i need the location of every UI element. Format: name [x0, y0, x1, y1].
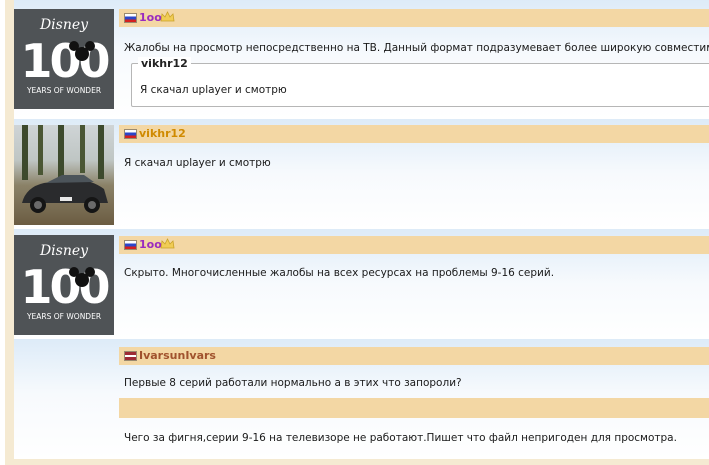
post-header: IvarsunIvars: [119, 347, 709, 365]
avatar[interactable]: Disney 100 YEARS OF WONDER: [14, 9, 114, 109]
disney-100-logo: Disney 100 YEARS OF WONDER: [20, 243, 111, 321]
logo-number: 100: [20, 34, 108, 88]
crown-icon: [160, 11, 175, 22]
crown-icon: [160, 238, 175, 249]
russia-flag-icon: [124, 240, 137, 250]
forum-thread: Disney 100 YEARS OF WONDER 1oo Жалобы на…: [5, 0, 709, 465]
username-link[interactable]: IvarsunIvars: [139, 349, 216, 362]
forum-post: Disney 100 YEARS OF WONDER 1oo Жалобы на…: [14, 0, 709, 119]
post-separator-bar: [119, 398, 709, 418]
forum-post: vikhr12 Я скачал uplayer и смотрю: [14, 119, 709, 229]
post-message: Чего за фигня,серии 9-16 на телевизоре н…: [124, 432, 677, 444]
quote-box: vikhr12 Я скачал uplayer и смотрю: [131, 57, 709, 107]
post-message: Жалобы на просмотр непосредственно на ТВ…: [124, 42, 709, 54]
post-message: Первые 8 серий работали нормально а в эт…: [124, 377, 462, 389]
username-link[interactable]: 1oo: [139, 238, 162, 251]
username-link[interactable]: 1oo: [139, 11, 162, 24]
avatar[interactable]: [14, 125, 114, 225]
post-header: vikhr12: [119, 125, 709, 143]
logo-subtitle: YEARS OF WONDER: [26, 86, 101, 95]
disney-100-logo: Disney 100 YEARS OF WONDER: [20, 17, 111, 95]
logo-number: 100: [20, 260, 108, 314]
russia-flag-icon: [124, 13, 137, 23]
quote-author: vikhr12: [138, 57, 191, 70]
quote-text: Я скачал uplayer и смотрю: [140, 84, 287, 96]
latvia-flag-icon: [124, 351, 137, 361]
post-header: 1oo: [119, 9, 709, 27]
post-header: 1oo: [119, 236, 709, 254]
forum-post: Disney 100 YEARS OF WONDER 1oo Скрыто. М…: [14, 229, 709, 339]
avatar[interactable]: Disney 100 YEARS OF WONDER: [14, 235, 114, 335]
logo-subtitle: YEARS OF WONDER: [26, 312, 101, 321]
post-message: Скрыто. Многочисленные жалобы на всех ре…: [124, 267, 555, 279]
car-image: [22, 125, 108, 213]
post-message: Я скачал uplayer и смотрю: [124, 157, 271, 169]
username-link[interactable]: vikhr12: [139, 127, 186, 140]
logo-text: Disney: [39, 17, 89, 33]
logo-text: Disney: [39, 243, 89, 259]
russia-flag-icon: [124, 129, 137, 139]
